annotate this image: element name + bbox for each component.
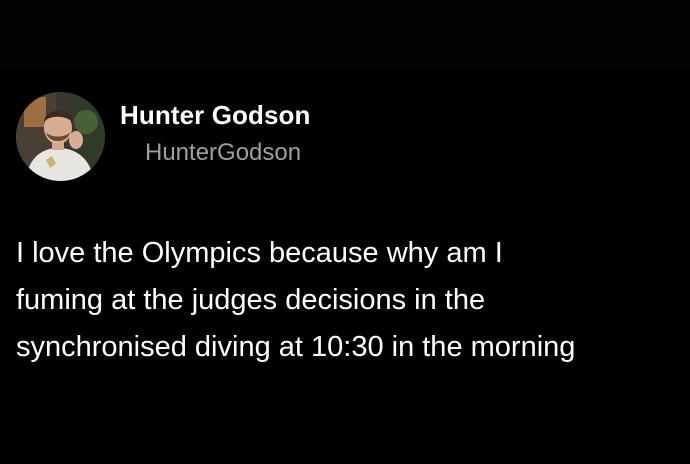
tweet-card: Hunter Godson HunterGodson I love the Ol… <box>0 66 690 464</box>
tweet-text: I love the Olympics because why am I fum… <box>16 237 576 363</box>
top-bar <box>0 0 690 67</box>
author-display-name[interactable]: Hunter Godson <box>120 100 311 131</box>
author-handle[interactable]: HunterGodson <box>145 139 301 167</box>
avatar[interactable] <box>16 92 105 181</box>
profile-photo-icon <box>16 92 105 181</box>
